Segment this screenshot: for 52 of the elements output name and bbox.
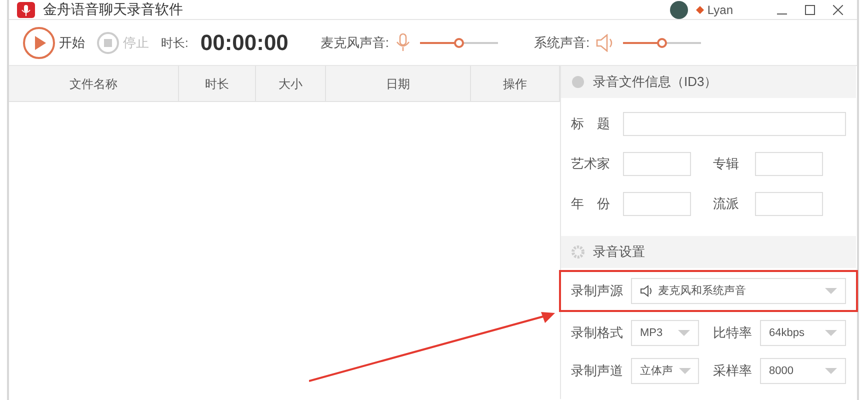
volume-label: 系统声音:: [534, 34, 590, 52]
caret-icon: [825, 330, 837, 336]
volume-label: 麦克风声音:: [320, 34, 390, 52]
caret-icon: [825, 288, 837, 294]
speaker-icon: [596, 34, 614, 52]
duration-label: 时长:: [161, 34, 188, 52]
start-button[interactable]: 开始: [23, 26, 85, 58]
setting-label: 比特率: [713, 324, 752, 342]
caret-icon: [678, 330, 690, 336]
user-name[interactable]: Lyan: [707, 0, 733, 18]
text-field[interactable]: [623, 112, 846, 136]
column-header: 大小: [256, 66, 326, 101]
text-field[interactable]: [755, 192, 823, 216]
avatar: [670, 0, 688, 18]
close-button[interactable]: [833, 4, 843, 14]
column-header: 文件名称: [9, 66, 179, 101]
source-dropdown[interactable]: 麦克风和系统声音: [631, 278, 846, 304]
info-icon: [571, 75, 585, 89]
text-field[interactable]: [755, 152, 823, 176]
setting-dropdown[interactable]: 8000: [760, 358, 846, 384]
column-header: 日期: [326, 66, 471, 101]
diamond-icon: [696, 6, 704, 14]
caret-icon: [825, 368, 837, 374]
setting-dropdown[interactable]: MP3: [631, 320, 699, 346]
text-field[interactable]: [623, 152, 691, 176]
play-icon: [23, 26, 55, 58]
field-label: 流派: [713, 195, 740, 214]
column-header: 时长: [179, 66, 256, 101]
setting-label: 录制声源: [571, 282, 623, 300]
window-title: 金舟语音聊天录音软件: [43, 0, 183, 19]
setting-label: 录制声道: [571, 362, 623, 380]
section-title: 录音文件信息（ID3）: [593, 73, 718, 92]
text-field[interactable]: [623, 192, 691, 216]
field-label: 艺术家: [571, 155, 611, 174]
field-label: 年 份: [571, 195, 611, 214]
section-title: 录音设置: [593, 243, 645, 262]
system-volume-slider[interactable]: [656, 38, 667, 48]
field-label: 专辑: [713, 155, 740, 174]
setting-dropdown[interactable]: 64kbps: [760, 320, 846, 346]
mic-volume-slider[interactable]: [454, 38, 464, 48]
speaker-icon: [640, 285, 652, 297]
stop-icon: [97, 32, 119, 54]
setting-label: 采样率: [713, 362, 752, 380]
duration-timer: 00:00:00: [200, 29, 288, 57]
field-label: 标 题: [571, 115, 611, 134]
caret-icon: [679, 368, 691, 374]
setting-label: 录制格式: [571, 324, 623, 342]
maximize-button[interactable]: [805, 4, 815, 14]
gear-icon: [571, 245, 585, 259]
microphone-icon: [395, 33, 412, 52]
column-header: 操作: [471, 66, 560, 101]
setting-dropdown[interactable]: 立体声: [631, 358, 699, 384]
